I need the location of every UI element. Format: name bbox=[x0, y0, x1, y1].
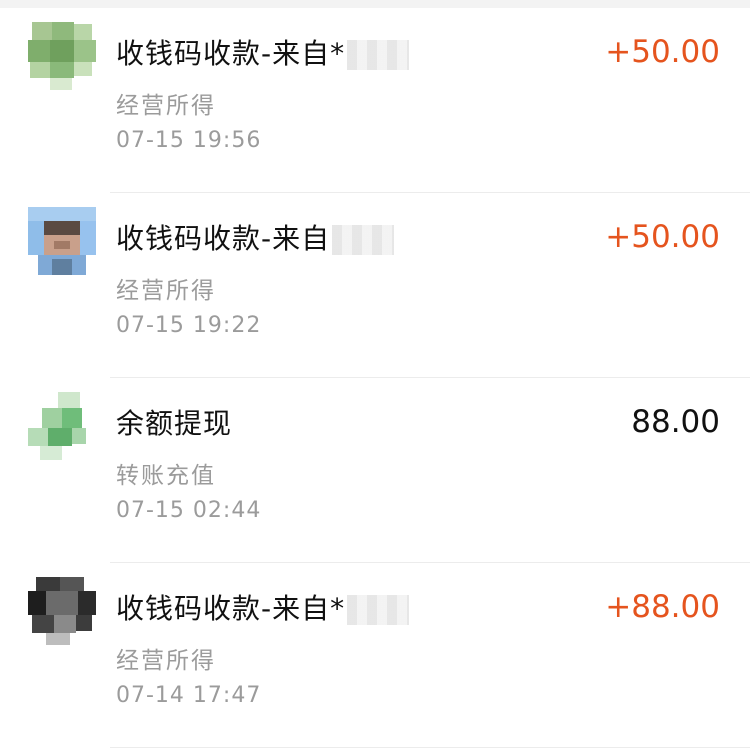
transaction-amount: +50.00 bbox=[605, 219, 720, 255]
avatar-icon bbox=[28, 577, 96, 645]
transaction-title: 收钱码收款-来自* bbox=[116, 32, 410, 72]
transaction-category: 转账充值 bbox=[116, 463, 216, 489]
transaction-row[interactable]: 余额提现 转账充值 07-15 02:44 88.00 bbox=[0, 378, 750, 563]
transaction-title: 收钱码收款-来自 bbox=[116, 217, 395, 257]
transaction-row[interactable]: 收钱码收款-来自* 经营所得 07-15 19:56 +50.00 bbox=[0, 8, 750, 193]
avatar-icon bbox=[28, 392, 96, 460]
transaction-row[interactable]: 收钱码收款-来自* 经营所得 07-14 17:47 +88.00 bbox=[0, 563, 750, 748]
avatar-icon bbox=[28, 22, 96, 90]
avatar-icon bbox=[28, 207, 96, 275]
transaction-title: 余额提现 bbox=[116, 407, 233, 440]
transaction-category: 经营所得 bbox=[116, 278, 216, 304]
transaction-time: 07-15 19:22 bbox=[116, 313, 262, 338]
redacted-name bbox=[347, 595, 410, 625]
transaction-amount: 88.00 bbox=[631, 404, 720, 440]
transaction-category: 经营所得 bbox=[116, 93, 216, 119]
transaction-time: 07-15 19:56 bbox=[116, 128, 262, 153]
transaction-title: 收钱码收款-来自* bbox=[116, 587, 410, 627]
transaction-amount: +50.00 bbox=[605, 34, 720, 70]
redacted-name bbox=[347, 40, 410, 70]
transaction-amount: +88.00 bbox=[605, 589, 720, 625]
transaction-time: 07-15 02:44 bbox=[116, 498, 262, 523]
transaction-list: 收钱码收款-来自* 经营所得 07-15 19:56 +50.00 收钱码收款-… bbox=[0, 8, 750, 748]
transaction-row[interactable]: 收钱码收款-来自 经营所得 07-15 19:22 +50.00 bbox=[0, 193, 750, 378]
top-strip bbox=[0, 0, 750, 8]
transaction-time: 07-14 17:47 bbox=[116, 683, 262, 708]
redacted-name bbox=[332, 225, 395, 255]
transaction-category: 经营所得 bbox=[116, 648, 216, 674]
